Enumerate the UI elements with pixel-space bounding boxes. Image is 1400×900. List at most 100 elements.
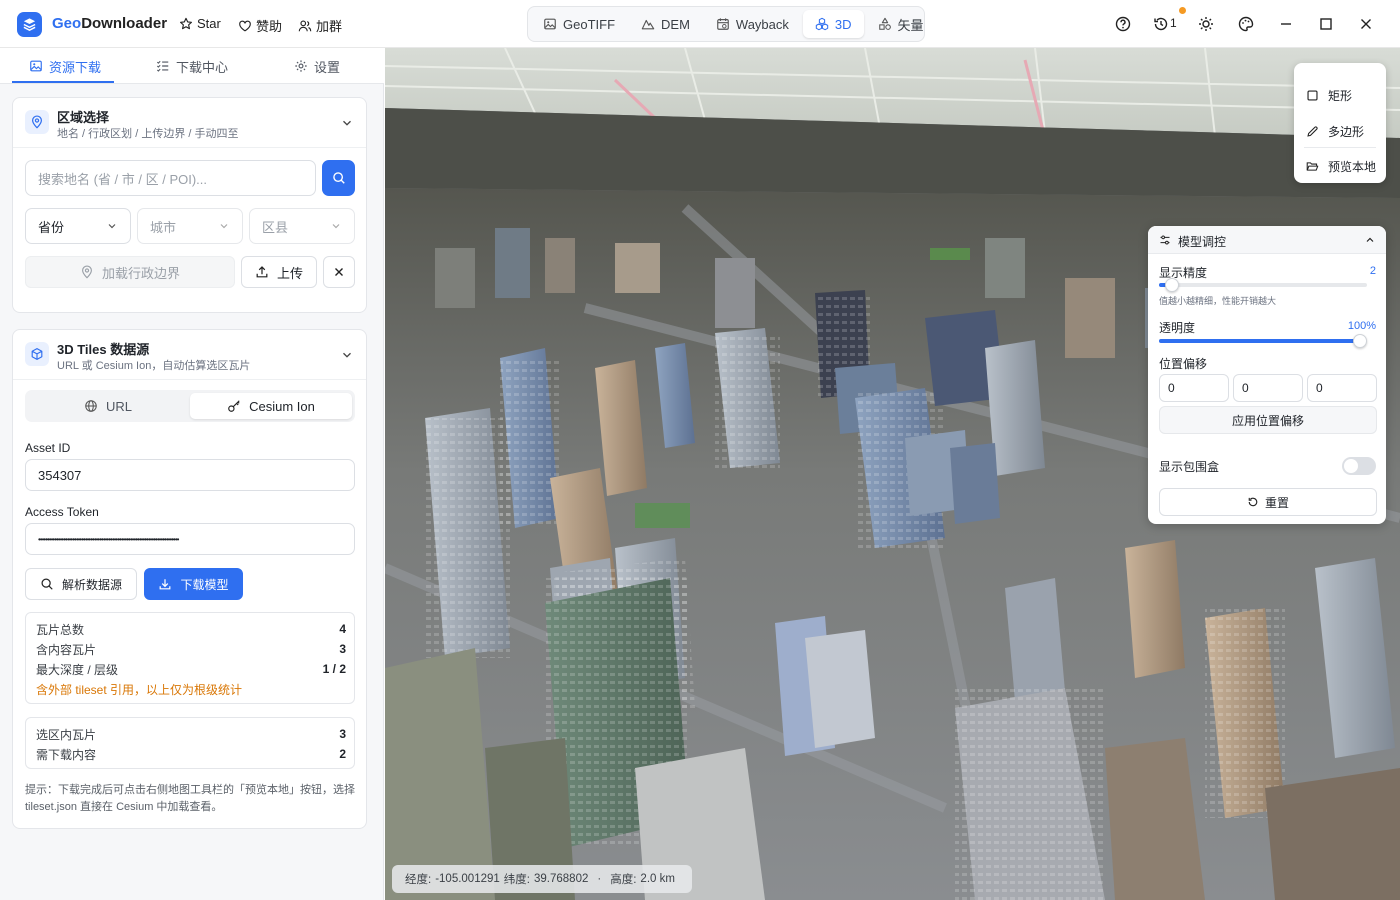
region-card-subtitle: 地名 / 行政区划 / 上传边界 / 手动四至 [57,128,239,140]
mode-tabs: GeoTIFF DEM Wayback 3D 矢量 [527,6,925,42]
apply-offset-label: 应用位置偏移 [1231,413,1304,428]
preview-local-button[interactable]: 预览本地 [1306,156,1376,176]
search-button[interactable] [322,160,355,196]
upload-button[interactable]: 上传 [241,256,317,288]
download-model-label: 下载模型 [180,577,229,592]
chevron-up-icon [1366,237,1374,242]
chevron-down-icon [108,224,116,229]
draw-polygon-button[interactable]: 多边形 [1306,121,1364,141]
tab-vector-label: 矢量 [897,17,924,33]
search-icon [41,578,53,590]
theme-button[interactable] [1196,14,1216,34]
help-icon [1115,16,1131,32]
map-viewport[interactable]: 矩形 多边形 预览本地 模型调控 显示精度 2 值越小越精细，性能开销越大 透明… [385,48,1400,900]
offset-z-input[interactable]: 0 [1307,374,1377,402]
province-select-value: 省份 [38,219,65,235]
app-name-suffix: Downloader [81,15,168,32]
group-link[interactable]: 加群 [298,16,342,35]
title-bar: GeoDownloader Star 赞助 加群 GeoTIFF DEM Way… [0,0,1400,48]
group-link-label: 加群 [316,19,343,34]
precision-slider-handle[interactable] [1164,278,1179,292]
location-pin-icon [82,265,92,279]
tab-3d-label: 3D [834,16,852,32]
parse-source-button[interactable]: 解析数据源 [25,568,137,600]
opacity-slider-handle[interactable] [1353,334,1367,348]
tab-wayback[interactable]: Wayback [704,10,801,38]
draw-rectangle-button[interactable]: 矩形 [1306,85,1352,105]
coord-separator: · [597,873,602,885]
asset-id-input[interactable]: 354307 [25,459,355,491]
access-token-input[interactable]: ••••••••••••••••••••••••••••••••••••••••… [25,523,355,555]
close-icon [335,268,343,276]
place-search-input[interactable]: 搜索地名 (省 / 市 / 区 / POI)... [25,160,316,196]
source-type-segment: URL Cesium Ion [25,390,355,422]
stat-value: 1 / 2 [322,662,346,676]
reset-label: 重置 [1264,495,1289,510]
app-logo-icon [17,12,42,37]
region-card-header[interactable]: 区域选择 地名 / 行政区划 / 上传边界 / 手动四至 [13,98,366,148]
star-link-label: Star [197,16,221,31]
selection-stats: 选区内瓦片 3 需下载内容 2 [25,717,355,769]
offset-label: 位置偏移 [1159,357,1208,371]
history-icon [1154,17,1168,31]
province-select[interactable]: 省份 [25,208,131,244]
stat-value: 3 [339,727,346,741]
precision-note: 值越小越精细，性能开销越大 [1159,296,1277,306]
close-button[interactable] [1356,14,1376,34]
load-boundary-label: 加载行政边界 [101,265,180,281]
sponsor-link[interactable]: 赞助 [238,16,282,35]
calendar-icon [717,18,729,30]
load-boundary-button[interactable]: 加载行政边界 [25,256,235,288]
city-select-value: 城市 [150,219,177,235]
reset-icon [1248,497,1258,507]
maximize-button[interactable] [1316,14,1336,34]
stat-row: 选区内瓦片 3 [36,724,346,744]
tab-settings[interactable]: 设置 [294,48,340,84]
minimize-button[interactable] [1276,14,1296,34]
chevron-down-icon [343,352,351,358]
download-model-button[interactable]: 下载模型 [144,568,243,600]
bbox-toggle[interactable] [1342,457,1376,475]
app-name-prefix: Geo [52,15,82,32]
toolbar-divider [1304,147,1376,148]
upload-icon [256,266,268,278]
offset-y-input[interactable]: 0 [1233,374,1303,402]
precision-label: 显示精度 [1159,266,1208,280]
city-select[interactable]: 城市 [137,208,243,244]
tab-download-center[interactable]: 下载中心 [156,48,228,84]
help-button[interactable] [1113,14,1133,34]
history-button[interactable] [1151,14,1171,34]
sidebar-tabs: 资源下载 下载中心 设置 [0,48,384,84]
district-select[interactable]: 区县 [249,208,355,244]
tab-geotiff[interactable]: GeoTIFF [531,10,627,38]
seg-url[interactable]: URL [28,393,188,419]
stat-row: 瓦片总数 4 [36,619,346,639]
tab-geotiff-label: GeoTIFF [563,16,616,32]
altitude-value: 2.0 km [640,873,675,885]
preview-local-label: 预览本地 [1328,159,1377,174]
tiles-card-header[interactable]: 3D Tiles 数据源 URL 或 Cesium Ion，自动估算选区瓦片 [13,330,366,380]
star-link[interactable]: Star [179,16,221,31]
reset-button[interactable]: 重置 [1159,488,1377,516]
district-select-value: 区县 [262,219,289,235]
tab-3d[interactable]: 3D [802,10,864,38]
apply-offset-button[interactable]: 应用位置偏移 [1159,406,1377,434]
download-hint: 提示：下载完成后可点击右侧地图工具栏的「预览本地」按钮，选择 tileset.j… [25,784,355,813]
chevron-down-icon [343,120,351,126]
clear-boundary-button[interactable] [323,256,355,288]
tab-dem-label: DEM [661,16,690,32]
tab-resource-download[interactable]: 资源下载 [29,48,101,84]
active-tab-indicator [12,81,114,83]
close-icon [1361,19,1371,29]
offset-x-input[interactable]: 0 [1159,374,1229,402]
tab-dem[interactable]: DEM [629,10,702,38]
search-icon [332,172,345,184]
model-panel-header[interactable]: 模型调控 [1148,226,1386,254]
seg-cesium-ion[interactable]: Cesium Ion [190,393,352,419]
gear-icon [295,60,307,72]
precision-slider[interactable] [1159,278,1367,292]
history-count: 1 [1170,16,1177,30]
palette-button[interactable] [1236,14,1256,34]
opacity-slider[interactable] [1159,334,1367,348]
tab-vector[interactable]: 矢量 [866,10,936,38]
